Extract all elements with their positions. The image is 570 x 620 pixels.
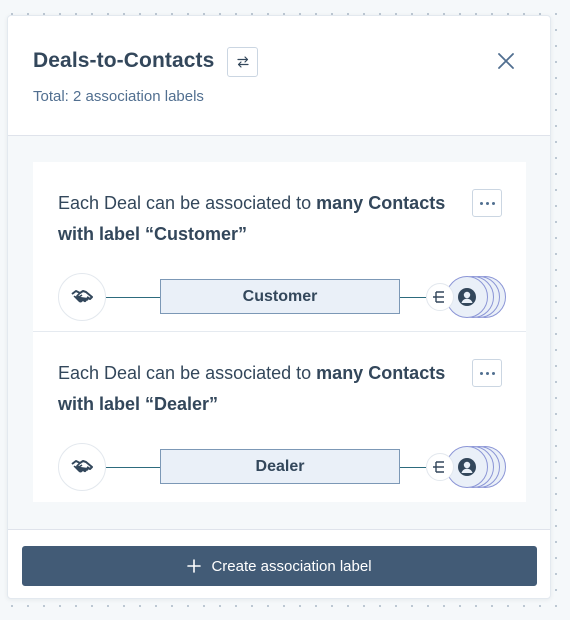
swap-arrows-icon (236, 56, 249, 68)
connector-line (106, 297, 160, 298)
more-options-button[interactable] (472, 359, 502, 387)
handshake-icon (71, 460, 93, 473)
contact-person-icon (458, 458, 476, 476)
association-labels-panel: Deals-to-Contacts Total: 2 association l… (7, 15, 551, 599)
more-options-button[interactable] (472, 189, 502, 217)
description-text: Each Deal can be associated to (58, 363, 317, 383)
many-cardinality-marker (426, 283, 454, 311)
deal-object-badge (58, 443, 106, 491)
crows-foot-icon (433, 291, 444, 303)
association-description: Each Deal can be associated to many Cont… (58, 358, 473, 420)
more-options-icon (479, 371, 495, 375)
labels-list: Each Deal can be associated to many Cont… (8, 136, 550, 529)
more-options-icon (479, 201, 495, 205)
association-label-card: Each Deal can be associated to many Cont… (33, 332, 526, 502)
contact-person-icon (458, 288, 476, 306)
close-icon (498, 53, 514, 69)
contact-object-badge (446, 446, 506, 488)
connector-line (400, 297, 426, 298)
panel-header: Deals-to-Contacts Total: 2 association l… (8, 16, 550, 136)
association-label-name: Customer (160, 279, 400, 314)
close-button[interactable] (492, 47, 520, 75)
many-cardinality-marker (426, 453, 454, 481)
page-title: Deals-to-Contacts (33, 49, 215, 72)
connector-line (106, 467, 160, 468)
association-count: Total: 2 association labels (33, 88, 204, 105)
handshake-icon (71, 290, 93, 303)
association-label-card: Each Deal can be associated to many Cont… (33, 162, 526, 332)
panel-footer: Create association label (8, 529, 550, 598)
crows-foot-icon (433, 461, 444, 473)
create-button-label: Create association label (211, 557, 372, 575)
description-text: Each Deal can be associated to (58, 193, 317, 213)
plus-icon (187, 559, 202, 573)
swap-direction-button[interactable] (227, 47, 258, 77)
create-association-label-button[interactable]: Create association label (22, 546, 537, 586)
association-description: Each Deal can be associated to many Cont… (58, 188, 473, 250)
association-diagram: Dealer (33, 440, 526, 491)
connector-line (400, 467, 426, 468)
deal-object-badge (58, 273, 106, 321)
association-label-name: Dealer (160, 449, 400, 484)
association-diagram: Customer (33, 270, 526, 321)
contact-object-badge (446, 276, 506, 318)
